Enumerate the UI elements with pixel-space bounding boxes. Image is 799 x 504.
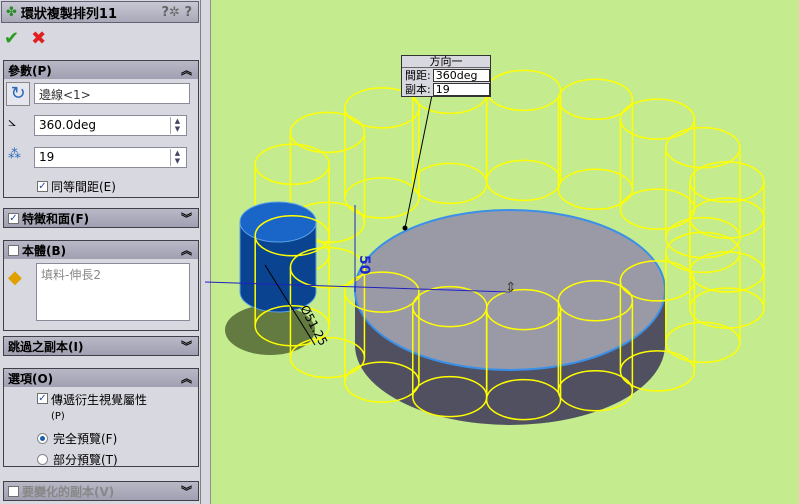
base-disc xyxy=(354,209,666,425)
spacing-value[interactable]: 360deg xyxy=(432,68,490,82)
callout-anchor xyxy=(402,225,408,231)
height-dimension[interactable]: 50 xyxy=(356,255,372,275)
pattern-instance-preview xyxy=(557,78,634,211)
pattern-instance-preview xyxy=(485,69,562,202)
count-label: 副本: xyxy=(405,83,431,96)
pattern-instance-preview xyxy=(344,87,420,219)
seed-cylinder xyxy=(239,201,317,313)
pattern-callout[interactable]: 方向一 間距: 360deg 副本: 19 xyxy=(401,55,491,97)
move-handle-icon[interactable]: ⇕ xyxy=(505,280,517,296)
graphics-viewport[interactable]: 50 Ø51.25 ⇕ xyxy=(0,0,799,504)
count-value[interactable]: 19 xyxy=(432,82,490,96)
